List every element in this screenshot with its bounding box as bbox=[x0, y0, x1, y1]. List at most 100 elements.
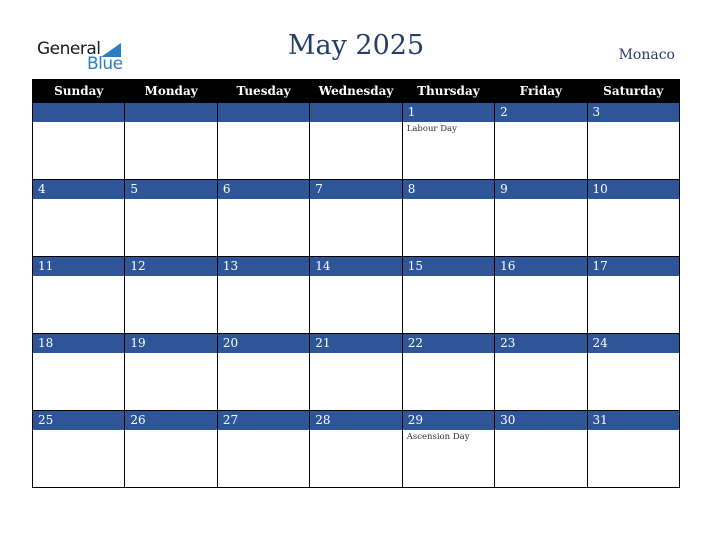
day-number: 23 bbox=[495, 334, 587, 353]
holiday-label bbox=[495, 430, 586, 432]
day-number: 29 bbox=[402, 411, 495, 430]
holiday-label bbox=[310, 353, 401, 355]
holiday-label bbox=[125, 122, 216, 124]
day-cell[interactable]: 29 Ascension Day bbox=[401, 410, 496, 488]
day-number: 22 bbox=[402, 334, 495, 353]
day-cell[interactable]: 4 bbox=[31, 179, 126, 257]
day-number: 2 bbox=[495, 103, 587, 122]
holiday-label bbox=[125, 199, 216, 201]
holiday-label bbox=[310, 276, 401, 278]
holiday-label bbox=[218, 122, 309, 124]
holiday-label bbox=[125, 430, 216, 432]
day-cell[interactable]: 16 bbox=[494, 256, 588, 334]
day-number: 21 bbox=[310, 334, 402, 353]
day-cell[interactable]: 20 bbox=[216, 333, 311, 411]
day-number: 16 bbox=[495, 257, 587, 276]
holiday-label bbox=[588, 276, 679, 278]
weekday-header: Tuesday bbox=[216, 79, 311, 103]
day-cell[interactable]: 17 bbox=[586, 256, 681, 334]
holiday-label bbox=[33, 122, 124, 124]
day-cell[interactable]: 7 bbox=[309, 179, 403, 257]
day-cell[interactable]: 24 bbox=[586, 333, 681, 411]
holiday-label bbox=[588, 122, 679, 124]
day-cell[interactable]: 2 bbox=[494, 102, 588, 180]
day-cell[interactable]: 27 bbox=[216, 410, 311, 488]
day-number: 30 bbox=[495, 411, 587, 430]
week-row: 25 26 27 28 29 Ascension Day 30 31 bbox=[31, 410, 681, 488]
day-number: 12 bbox=[125, 257, 217, 276]
weekday-header: Thursday bbox=[401, 79, 496, 103]
day-cell[interactable]: 21 bbox=[309, 333, 403, 411]
weekday-header-row: Sunday Monday Tuesday Wednesday Thursday… bbox=[31, 79, 681, 103]
day-number: 8 bbox=[402, 180, 495, 199]
day-cell[interactable]: 25 bbox=[31, 410, 126, 488]
day-number: 24 bbox=[587, 334, 679, 353]
day-cell[interactable]: 13 bbox=[216, 256, 311, 334]
day-cell[interactable]: 9 bbox=[494, 179, 588, 257]
day-cell[interactable]: 19 bbox=[124, 333, 218, 411]
day-cell[interactable]: 18 bbox=[31, 333, 126, 411]
country-label: Monaco bbox=[618, 47, 675, 63]
day-cell[interactable] bbox=[124, 102, 218, 180]
holiday-label bbox=[310, 430, 401, 432]
holiday-label bbox=[218, 276, 309, 278]
day-cell[interactable]: 10 bbox=[586, 179, 681, 257]
holiday-label bbox=[588, 353, 679, 355]
holiday-label bbox=[33, 276, 124, 278]
holiday-label: Ascension Day bbox=[406, 432, 470, 442]
day-number: 11 bbox=[33, 257, 125, 276]
day-cell[interactable]: 1 Labour Day bbox=[401, 102, 496, 180]
holiday-label bbox=[310, 199, 401, 201]
page-title: May 2025 bbox=[287, 30, 425, 61]
holiday-label bbox=[218, 199, 309, 201]
day-number bbox=[217, 103, 310, 122]
day-number: 31 bbox=[587, 411, 679, 430]
day-cell[interactable]: 5 bbox=[124, 179, 218, 257]
holiday-label bbox=[403, 276, 494, 278]
day-cell[interactable] bbox=[216, 102, 311, 180]
holiday-label bbox=[33, 199, 124, 201]
day-number: 28 bbox=[310, 411, 402, 430]
day-number: 1 bbox=[402, 103, 495, 122]
holiday-label bbox=[125, 276, 216, 278]
day-cell[interactable]: 28 bbox=[309, 410, 403, 488]
holiday-label bbox=[495, 199, 586, 201]
day-cell[interactable] bbox=[309, 102, 403, 180]
day-number: 18 bbox=[33, 334, 125, 353]
day-cell[interactable]: 30 bbox=[494, 410, 588, 488]
day-number: 13 bbox=[217, 257, 310, 276]
holiday-label bbox=[218, 430, 309, 432]
weekday-header: Sunday bbox=[31, 79, 126, 103]
day-number: 6 bbox=[217, 180, 310, 199]
holiday-label bbox=[33, 430, 124, 432]
day-number: 9 bbox=[495, 180, 587, 199]
day-cell[interactable] bbox=[31, 102, 126, 180]
day-cell[interactable]: 3 bbox=[586, 102, 681, 180]
day-cell[interactable]: 6 bbox=[216, 179, 311, 257]
holiday-label bbox=[403, 199, 494, 201]
day-number: 10 bbox=[587, 180, 679, 199]
day-cell[interactable]: 8 bbox=[401, 179, 496, 257]
day-cell[interactable]: 23 bbox=[494, 333, 588, 411]
day-cell[interactable]: 15 bbox=[401, 256, 496, 334]
day-cell[interactable]: 31 bbox=[586, 410, 681, 488]
holiday-label bbox=[218, 353, 309, 355]
week-row: 4 5 6 7 8 9 10 bbox=[31, 179, 681, 257]
day-number bbox=[125, 103, 217, 122]
day-number: 17 bbox=[587, 257, 679, 276]
week-row: 11 12 13 14 15 16 17 bbox=[31, 256, 681, 334]
holiday-label bbox=[33, 353, 124, 355]
week-row: 1 Labour Day 2 3 bbox=[31, 102, 681, 180]
day-cell[interactable]: 14 bbox=[309, 256, 403, 334]
day-cell[interactable]: 22 bbox=[401, 333, 496, 411]
holiday-label bbox=[495, 353, 586, 355]
day-number bbox=[310, 103, 402, 122]
day-number: 27 bbox=[217, 411, 310, 430]
day-cell[interactable]: 11 bbox=[31, 256, 126, 334]
day-number: 25 bbox=[33, 411, 125, 430]
day-cell[interactable]: 26 bbox=[124, 410, 218, 488]
calendar-grid: Sunday Monday Tuesday Wednesday Thursday… bbox=[31, 79, 681, 488]
holiday-label: Labour Day bbox=[406, 124, 457, 134]
day-number: 26 bbox=[125, 411, 217, 430]
day-cell[interactable]: 12 bbox=[124, 256, 218, 334]
